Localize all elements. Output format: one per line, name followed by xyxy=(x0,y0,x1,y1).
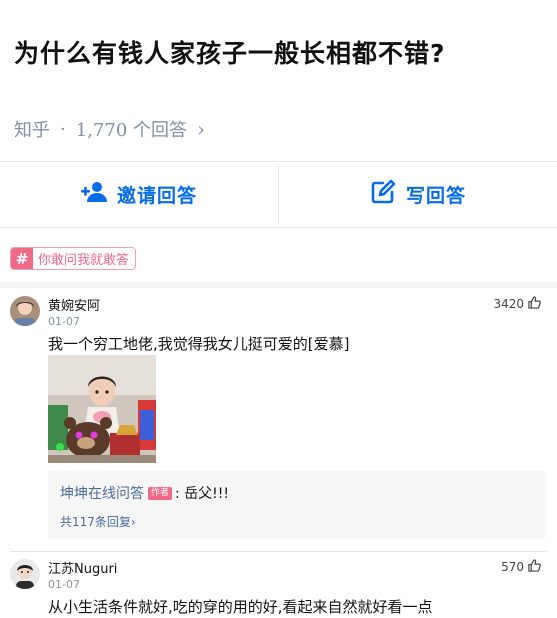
view-replies-link[interactable]: 共117条回复› xyxy=(60,513,136,530)
comment-photo[interactable] xyxy=(48,355,156,463)
question-meta[interactable]: 知乎 · 1,770 个回答 › xyxy=(14,116,205,142)
like-button[interactable]: 570 xyxy=(501,559,541,575)
avatar[interactable] xyxy=(10,296,40,326)
meta-dot: · xyxy=(60,118,66,140)
write-answer-label: 写回答 xyxy=(405,184,466,207)
like-count: 3420 xyxy=(493,297,524,311)
chevron-right-icon: › xyxy=(197,117,205,141)
write-answer-button[interactable]: 写回答 xyxy=(279,162,557,226)
topic-tag[interactable]: # 你敢问我就敢答 xyxy=(10,247,137,270)
like-count: 570 xyxy=(501,560,524,574)
avatar[interactable] xyxy=(10,559,40,589)
thumbs-up-icon xyxy=(528,296,541,312)
question-title: 为什么有钱人家孩子一般长相都不错? xyxy=(14,39,446,68)
section-separator xyxy=(0,282,557,288)
reply-line: 坤坤在线问答 作者 : 岳父!!! xyxy=(60,483,229,503)
action-bar: 邀请回答 写回答 xyxy=(0,162,557,226)
invite-answer-label: 邀请回答 xyxy=(116,184,197,207)
hash-icon: # xyxy=(11,248,33,269)
answer-count: 1,770 个回答 xyxy=(75,120,187,141)
divider xyxy=(10,551,547,552)
reply-preview[interactable]: 坤坤在线问答 作者 : 岳父!!! 共117条回复› xyxy=(48,471,546,539)
topic-label: 你敢问我就敢答 xyxy=(38,253,130,268)
edit-icon xyxy=(370,179,396,210)
source-label: 知乎 xyxy=(14,120,50,141)
invite-answer-button[interactable]: 邀请回答 xyxy=(0,162,278,226)
comment-date: 01-07 xyxy=(48,315,80,328)
comment-author[interactable]: 江苏Nuguri xyxy=(48,558,117,577)
reply-text: : 岳父!!! xyxy=(175,486,230,502)
reply-author[interactable]: 坤坤在线问答 xyxy=(60,483,144,503)
author-badge: 作者 xyxy=(148,486,173,500)
comment-date: 01-07 xyxy=(48,578,80,591)
comment-text: 从小生活条件就好,吃的穿的用的好,看起来自然就好看一点 xyxy=(48,598,433,616)
divider xyxy=(0,227,557,228)
comment-author[interactable]: 黄婉安阿 xyxy=(48,295,100,314)
add-user-icon xyxy=(80,179,107,210)
like-button[interactable]: 3420 xyxy=(493,296,541,312)
comment-text: 我一个穷工地佬,我觉得我女儿挺可爱的[爱慕] xyxy=(48,335,350,353)
thumbs-up-icon xyxy=(528,559,541,575)
